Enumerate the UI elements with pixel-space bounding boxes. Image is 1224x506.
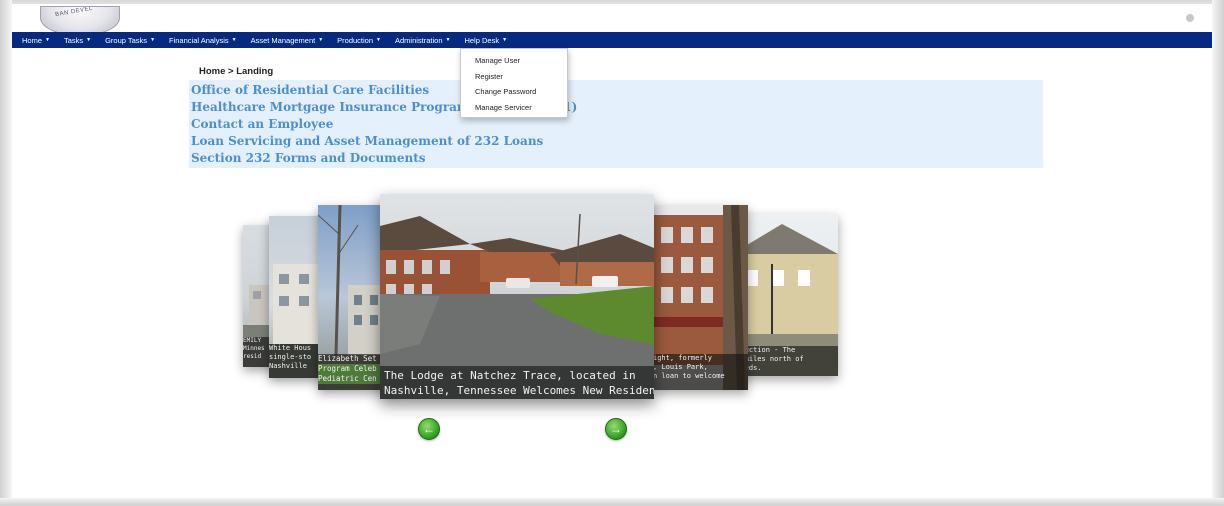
caret-down-icon: ▼ bbox=[231, 37, 237, 43]
link-loan-servicing[interactable]: Loan Servicing and Asset Management of 2… bbox=[191, 133, 1043, 150]
nav-tasks-label: Tasks bbox=[63, 35, 84, 45]
image-carousel: EMILY Minnes resid White Hous single-sto… bbox=[12, 184, 1212, 414]
seal-text: BAN DEVEL bbox=[54, 6, 94, 19]
caret-down-icon: ▼ bbox=[150, 37, 156, 43]
menu-item-manage-user[interactable]: Manage User bbox=[461, 53, 567, 69]
arrow-left-icon: ← bbox=[423, 422, 435, 436]
slide-caption-main: The Lodge at Natchez Trace, located in N… bbox=[380, 366, 654, 399]
page: BAN DEVEL Home ▼ Tasks ▼ Group Tasks ▼ Fina… bbox=[12, 4, 1212, 498]
nav-production-label: Production bbox=[337, 35, 374, 45]
nav-group-tasks-label: Group Tasks bbox=[105, 35, 148, 45]
caret-down-icon: ▼ bbox=[86, 37, 92, 43]
caption-line: ight, formerly bbox=[653, 354, 713, 362]
right-shadow bbox=[1212, 0, 1224, 506]
slide-caption: ight, formerly , Louis Park, n loan to w… bbox=[653, 354, 748, 390]
corner-dot bbox=[1186, 14, 1194, 22]
bottom-shadow bbox=[0, 498, 1224, 506]
caption-line: n loan to welcome bbox=[653, 372, 725, 380]
nav-help-desk[interactable]: Help Desk ▼ bbox=[464, 36, 507, 45]
nav-asset-management[interactable]: Asset Management ▼ bbox=[251, 36, 324, 45]
breadcrumb: Home > Landing bbox=[199, 66, 274, 77]
main-navbar: Home ▼ Tasks ▼ Group Tasks ▼ Financial Anal… bbox=[12, 32, 1212, 48]
carousel-slide-right-1[interactable]: ight, formerly , Louis Park, n loan to w… bbox=[653, 205, 748, 390]
caret-down-icon: ▼ bbox=[445, 37, 451, 43]
caption-line: , Louis Park, bbox=[653, 363, 708, 371]
nav-group-tasks[interactable]: Group Tasks ▼ bbox=[105, 36, 155, 45]
caret-down-icon: ▼ bbox=[45, 37, 50, 43]
caret-down-icon: ▼ bbox=[376, 37, 381, 43]
nav-administration[interactable]: Administration ▼ bbox=[395, 36, 450, 45]
nav-home[interactable]: Home ▼ bbox=[22, 36, 50, 45]
caret-down-icon: ▼ bbox=[318, 37, 324, 43]
caption-line: Nashville, Tennessee Welcomes New Reside… bbox=[384, 384, 654, 397]
link-section-232-forms[interactable]: Section 232 Forms and Documents bbox=[191, 150, 1043, 167]
nav-help-desk-label: Help Desk bbox=[464, 35, 500, 45]
nav-financial-analysis[interactable]: Financial Analysis ▼ bbox=[169, 36, 237, 45]
link-healthcare-mortgage-insurance[interactable]: Healthcare Mortgage Insurance Program (S… bbox=[191, 99, 1043, 116]
nav-production[interactable]: Production ▼ bbox=[337, 36, 381, 45]
menu-item-register[interactable]: Register bbox=[461, 69, 567, 85]
nav-asset-management-label: Asset Management bbox=[250, 35, 316, 45]
link-office-residential-care[interactable]: Office of Residential Care Facilities bbox=[191, 82, 1043, 99]
carousel-next-button[interactable]: → bbox=[605, 418, 627, 440]
link-contact-employee[interactable]: Contact an Employee bbox=[191, 116, 1043, 133]
quick-links-panel: Office of Residential Care Facilities He… bbox=[189, 80, 1043, 168]
menu-item-change-password[interactable]: Change Password bbox=[461, 84, 567, 100]
carousel-prev-button[interactable]: ← bbox=[418, 418, 440, 440]
left-shadow bbox=[0, 0, 12, 506]
nav-home-label: Home bbox=[22, 35, 43, 45]
carousel-slide-main[interactable]: The Lodge at Natchez Trace, located in N… bbox=[380, 194, 654, 399]
nav-tasks[interactable]: Tasks ▼ bbox=[64, 36, 91, 45]
browser-frame: BAN DEVEL Home ▼ Tasks ▼ Group Tasks ▼ Fina… bbox=[0, 0, 1224, 506]
nav-administration-label: Administration bbox=[394, 35, 443, 45]
administration-dropdown: Manage User Register Change Password Man… bbox=[460, 48, 568, 118]
caption-line: The Lodge at Natchez Trace, located in bbox=[384, 369, 636, 382]
arrow-right-icon: → bbox=[610, 422, 622, 436]
nav-financial-analysis-label: Financial Analysis bbox=[169, 35, 229, 45]
caret-down-icon: ▼ bbox=[502, 37, 508, 43]
menu-item-manage-servicer[interactable]: Manage Servicer bbox=[461, 100, 567, 116]
